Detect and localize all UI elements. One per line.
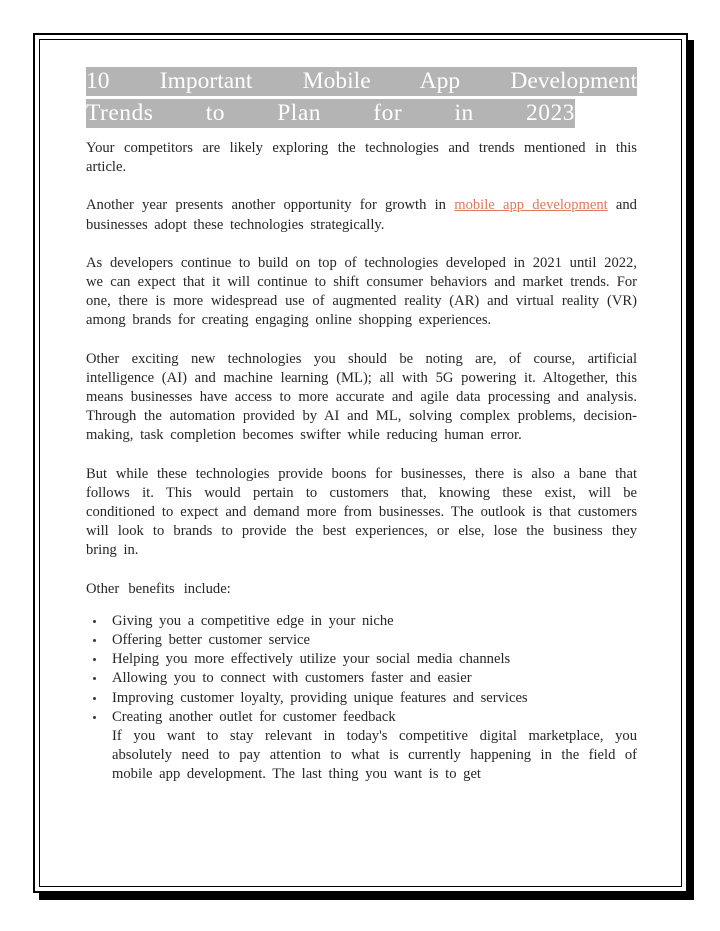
bullet-dot-icon: [93, 639, 96, 643]
bullet-dot-icon: [93, 715, 96, 719]
list-item-label: Creating another outlet for customer fee…: [112, 708, 396, 725]
paragraph-ai-ml-5g: Other exciting new technologies you shou…: [86, 350, 637, 444]
document-page: 10 Important Mobile App Development Tren…: [33, 33, 694, 900]
bullet-dot-icon: [93, 658, 96, 662]
page-outer-border: 10 Important Mobile App Development Tren…: [33, 33, 688, 893]
bullet-dot-icon: [93, 696, 96, 700]
paragraph-other-benefits-heading: Other benefits include:: [86, 580, 231, 597]
bullet-dot-icon: [93, 619, 96, 623]
page-title-line-2: Trends to Plan for in 2023: [86, 99, 575, 128]
mobile-app-development-link[interactable]: mobile app development: [454, 197, 607, 213]
list-item-label: Improving customer loyalty, providing un…: [112, 689, 528, 706]
list-item: Helping you more effectively utilize you…: [86, 650, 637, 669]
bullet-dot-icon: [93, 677, 96, 681]
list-item: Offering better customer service: [86, 631, 637, 650]
paragraph-boons-and-bane: But while these technologies provide boo…: [86, 465, 637, 559]
benefits-list: Giving you a competitive edge in your ni…: [86, 612, 637, 727]
paragraph-text-before-link: Another year presents another opportunit…: [86, 197, 455, 214]
list-item: Creating another outlet for customer fee…: [86, 708, 637, 727]
document-content: 10 Important Mobile App Development Tren…: [86, 66, 637, 785]
page-inner-border: 10 Important Mobile App Development Tren…: [39, 39, 682, 887]
page-title-line-1: 10 Important Mobile App Development: [86, 67, 637, 96]
list-item: Allowing you to connect with customers f…: [86, 669, 637, 688]
list-item-label: Giving you a competitive edge in your ni…: [112, 612, 394, 629]
paragraph-intro: Your competitors are likely exploring th…: [86, 140, 637, 176]
list-item: Giving you a competitive edge in your ni…: [86, 612, 637, 631]
paragraph-developers-ar-vr: As developers continue to build on top o…: [86, 254, 637, 329]
paragraph-another-year: Another year presents another opportunit…: [86, 196, 637, 234]
list-item-label: Helping you more effectively utilize you…: [112, 651, 511, 668]
list-item-label: Offering better customer service: [112, 632, 310, 649]
page-title: 10 Important Mobile App Development Tren…: [86, 66, 637, 128]
paragraph-stay-relevant: If you want to stay relevant in today's …: [112, 728, 637, 783]
list-item: Improving customer loyalty, providing un…: [86, 689, 637, 708]
list-item-label: Allowing you to connect with customers f…: [112, 670, 472, 687]
